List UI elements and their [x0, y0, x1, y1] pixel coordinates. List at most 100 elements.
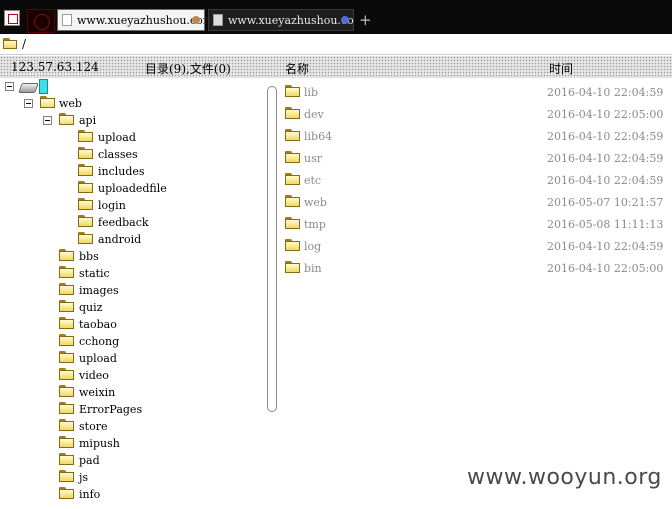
folder-icon — [285, 239, 300, 251]
tree-item-label: upload — [79, 352, 117, 365]
tree-item-label: feedback — [98, 216, 149, 229]
selected-drive-marker — [39, 79, 48, 94]
folder-icon — [78, 215, 93, 227]
collapse-icon[interactable] — [5, 82, 14, 91]
tree-item-web[interactable]: web — [0, 95, 260, 112]
tree-item-pad[interactable]: pad — [0, 452, 260, 469]
tree-item-label: weixin — [79, 386, 116, 399]
tree-item-label: store — [79, 420, 108, 433]
folder-icon — [59, 487, 74, 499]
folder-icon — [285, 129, 300, 141]
tree-item-upload[interactable]: upload — [0, 129, 260, 146]
file-name: dev — [304, 108, 324, 121]
tree-item-weixin[interactable]: weixin — [0, 384, 260, 401]
tree-item-feedback[interactable]: feedback — [0, 214, 260, 231]
tab-close-icon[interactable] — [192, 16, 200, 24]
tree-item-api[interactable]: api — [0, 112, 260, 129]
tree-item-video[interactable]: video — [0, 367, 260, 384]
folder-icon — [285, 173, 300, 185]
folder-icon — [59, 453, 74, 465]
tree-item-includes[interactable]: includes — [0, 163, 260, 180]
tree-item-label: upload — [98, 131, 136, 144]
collapse-icon[interactable] — [24, 99, 33, 108]
tree-item-label: web — [59, 97, 82, 110]
file-row[interactable]: tmp 2016-05-08 11:11:13 — [280, 214, 672, 236]
tab-inactive[interactable]: www.xueyazhushou.com — [208, 9, 354, 31]
file-name: log — [304, 240, 322, 253]
column-header-time[interactable]: 时间 — [549, 60, 573, 77]
folder-icon — [78, 198, 93, 210]
collapse-icon[interactable] — [43, 116, 52, 125]
tree-item-label: uploadedfile — [98, 182, 167, 195]
file-row[interactable]: web 2016-05-07 10:21:57 — [280, 192, 672, 214]
tree-item-images[interactable]: images — [0, 282, 260, 299]
tree-item-store[interactable]: store — [0, 418, 260, 435]
tree-item-label: pad — [79, 454, 100, 467]
directory-tree: web api upload classes includes uploadedfil… — [0, 78, 266, 509]
tree-item-label: js — [79, 471, 89, 484]
tree-drive-root[interactable] — [0, 78, 260, 95]
path-input[interactable]: / — [22, 37, 26, 51]
folder-icon — [3, 38, 17, 49]
file-time: 2016-04-10 22:04:59 — [547, 240, 664, 253]
page-icon — [213, 14, 223, 26]
tree-item-uploadedfile[interactable]: uploadedfile — [0, 180, 260, 197]
file-name: bin — [304, 262, 322, 275]
file-name: usr — [304, 152, 322, 165]
tree-item-classes[interactable]: classes — [0, 146, 260, 163]
new-tab-button[interactable]: + — [359, 11, 372, 29]
tree-item-label: includes — [98, 165, 145, 178]
folder-icon — [59, 283, 74, 295]
pinned-tab-icon — [34, 14, 50, 30]
file-row[interactable]: lib64 2016-04-10 22:04:59 — [280, 126, 672, 148]
tree-item-upload[interactable]: upload — [0, 350, 260, 367]
file-row[interactable]: usr 2016-04-10 22:04:59 — [280, 148, 672, 170]
file-row[interactable]: log 2016-04-10 22:04:59 — [280, 236, 672, 258]
file-time: 2016-04-10 22:05:00 — [547, 262, 664, 275]
tree-item-login[interactable]: login — [0, 197, 260, 214]
tree-item-label: api — [79, 114, 97, 127]
folder-icon — [285, 107, 300, 119]
column-header-name[interactable]: 名称 — [285, 60, 309, 77]
tree-item-label: bbs — [79, 250, 99, 263]
tab-label: www.xueyazhushou.com — [228, 14, 354, 27]
file-time: 2016-04-10 22:05:00 — [547, 108, 664, 121]
file-time: 2016-04-10 22:04:59 — [547, 86, 664, 99]
file-row[interactable]: dev 2016-04-10 22:05:00 — [280, 104, 672, 126]
page-icon — [62, 14, 72, 26]
file-name: etc — [304, 174, 322, 187]
tree-item-label: classes — [98, 148, 138, 161]
tab-close-icon[interactable] — [341, 16, 349, 24]
tree-item-label: static — [79, 267, 110, 280]
tab-active[interactable]: www.xueyazhushou.com — [57, 9, 205, 31]
folder-icon — [78, 147, 93, 159]
tree-item-static[interactable]: static — [0, 265, 260, 282]
tree-item-js[interactable]: js — [0, 469, 260, 486]
tree-item-mipush[interactable]: mipush — [0, 435, 260, 452]
pinned-tab[interactable] — [27, 9, 55, 33]
tree-scrollbar[interactable] — [267, 86, 277, 412]
tree-item-label: ErrorPages — [79, 403, 143, 416]
file-row[interactable]: lib 2016-04-10 22:04:59 — [280, 82, 672, 104]
tab-bar: www.xueyazhushou.com www.xueyazhushou.co… — [0, 0, 672, 34]
tree-item-label: android — [98, 233, 142, 246]
path-bar[interactable]: / — [0, 34, 672, 55]
item-count: 目录(9),文件(0) — [145, 62, 231, 76]
file-time: 2016-05-07 10:21:57 — [547, 196, 664, 209]
file-row[interactable]: etc 2016-04-10 22:04:59 — [280, 170, 672, 192]
tree-item-errorpages[interactable]: ErrorPages — [0, 401, 260, 418]
file-row[interactable]: bin 2016-04-10 22:05:00 — [280, 258, 672, 280]
tree-item-label: mipush — [79, 437, 120, 450]
folder-icon — [285, 217, 300, 229]
tree-item-quiz[interactable]: quiz — [0, 299, 260, 316]
tree-item-cchong[interactable]: cchong — [0, 333, 260, 350]
folder-icon — [285, 151, 300, 163]
tree-item-taobao[interactable]: taobao — [0, 316, 260, 333]
folder-icon — [59, 317, 74, 329]
tree-item-bbs[interactable]: bbs — [0, 248, 260, 265]
folder-icon — [59, 368, 74, 380]
tree-item-android[interactable]: android — [0, 231, 260, 248]
tree-item-info[interactable]: info — [0, 486, 260, 503]
file-time: 2016-05-08 11:11:13 — [547, 218, 664, 231]
app-icon[interactable] — [4, 10, 20, 26]
